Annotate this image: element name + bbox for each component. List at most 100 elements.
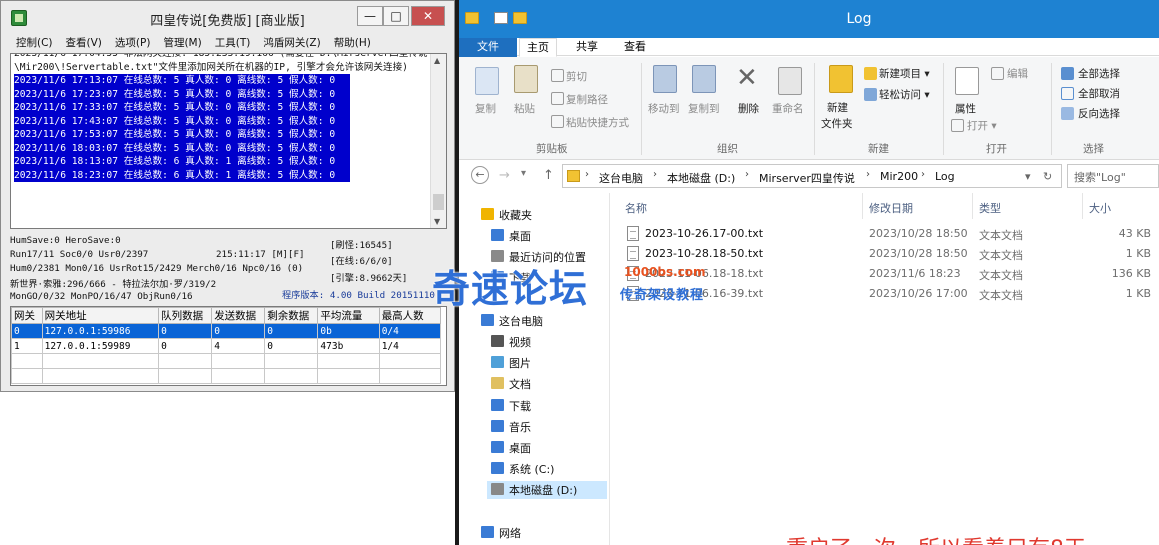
- breadcrumb-mir200[interactable]: Mir200: [880, 170, 918, 183]
- new-folder-button-line1[interactable]: 新建: [827, 100, 848, 115]
- new-folder-icon[interactable]: [829, 65, 853, 93]
- copy-to-icon[interactable]: [692, 65, 716, 93]
- col-name[interactable]: 名称: [619, 193, 863, 219]
- file-row[interactable]: 2023-10-26.17-00.txt 2023/10/28 18:50 文本…: [611, 224, 1159, 244]
- move-to-icon[interactable]: [653, 65, 677, 93]
- select-none-button[interactable]: 全部取消: [1078, 86, 1120, 101]
- easy-access-icon[interactable]: [864, 88, 877, 101]
- col-gateway[interactable]: 网关: [11, 307, 43, 324]
- forward-icon[interactable]: →: [499, 168, 510, 183]
- search-box[interactable]: 搜索"Log": [1067, 164, 1159, 188]
- copy-path-button[interactable]: 复制路径: [566, 92, 608, 107]
- new-item-icon[interactable]: [864, 67, 877, 80]
- breadcrumb-separator[interactable]: ›: [745, 169, 749, 180]
- menu-control[interactable]: 控制(C): [1, 34, 59, 52]
- breadcrumb-separator[interactable]: ›: [653, 169, 657, 180]
- new-folder-button-line2[interactable]: 文件夹: [821, 116, 853, 131]
- tab-share[interactable]: 共享: [569, 38, 605, 57]
- easy-access-button[interactable]: 轻松访问 ▾: [879, 87, 930, 102]
- menu-manage[interactable]: 管理(M): [156, 34, 207, 52]
- col-size[interactable]: 大小: [1083, 193, 1159, 219]
- refresh-icon[interactable]: ↻: [1043, 170, 1052, 183]
- select-none-icon[interactable]: [1061, 87, 1074, 100]
- nav-videos[interactable]: 视频: [491, 333, 607, 351]
- breadcrumb-drive-d[interactable]: 本地磁盘 (D:): [667, 170, 735, 186]
- tab-home[interactable]: 主页: [519, 38, 557, 57]
- open-button[interactable]: 打开 ▾: [967, 118, 997, 133]
- copy-to-button[interactable]: 复制到: [688, 101, 720, 116]
- delete-icon[interactable]: ✕: [736, 63, 758, 93]
- back-icon[interactable]: ←: [471, 166, 489, 184]
- new-item-button[interactable]: 新建项目 ▾: [879, 66, 930, 81]
- tab-view[interactable]: 查看: [617, 38, 653, 57]
- nav-drive-d[interactable]: 本地磁盘 (D:): [487, 481, 607, 499]
- up-icon[interactable]: ↑: [543, 168, 554, 183]
- open-icon[interactable]: [951, 119, 964, 132]
- edit-button[interactable]: 编辑: [1007, 66, 1028, 81]
- breadcrumb-separator[interactable]: ›: [585, 169, 589, 180]
- tab-file[interactable]: 文件: [459, 38, 517, 57]
- properties-button[interactable]: 属性: [955, 101, 976, 116]
- paste-shortcut-button[interactable]: 粘贴快捷方式: [566, 115, 629, 130]
- nav-pictures[interactable]: 图片: [491, 354, 607, 372]
- breadcrumb-separator[interactable]: ›: [921, 169, 925, 180]
- maximize-button[interactable]: □: [383, 6, 409, 26]
- properties-icon[interactable]: [955, 67, 979, 95]
- address-bar[interactable]: › 这台电脑 › 本地磁盘 (D:) › Mirserver四皇传说 › Mir…: [562, 164, 1062, 188]
- nav-this-pc[interactable]: 这台电脑: [481, 312, 607, 330]
- rename-button[interactable]: 重命名: [772, 101, 804, 116]
- breadcrumb-mirserver[interactable]: Mirserver四皇传说: [759, 170, 855, 186]
- move-to-button[interactable]: 移动到: [648, 101, 680, 116]
- menu-help[interactable]: 帮助(H): [327, 34, 377, 52]
- select-all-icon[interactable]: [1061, 67, 1074, 80]
- col-sent[interactable]: 发送数据: [211, 307, 266, 324]
- nav-downloads[interactable]: 下载: [491, 397, 607, 415]
- copy-path-icon[interactable]: [551, 92, 564, 105]
- nav-drive-c[interactable]: 系统 (C:): [491, 460, 607, 478]
- nav-network[interactable]: 网络: [481, 524, 607, 542]
- cut-icon[interactable]: [551, 69, 564, 82]
- scroll-up-icon[interactable]: ▲: [434, 56, 440, 65]
- table-row[interactable]: 1 127.0.0.1:59989 0 4 0 473b 1/4: [11, 338, 442, 354]
- copy-button[interactable]: 复制: [475, 101, 496, 116]
- menu-view[interactable]: 查看(V): [59, 34, 108, 52]
- rename-icon[interactable]: [778, 67, 802, 95]
- col-avg-traffic[interactable]: 平均流量: [317, 307, 380, 324]
- cut-button[interactable]: 剪切: [566, 69, 587, 84]
- recent-dropdown-icon[interactable]: ▾: [521, 168, 526, 179]
- copy-icon[interactable]: [475, 67, 499, 95]
- close-button[interactable]: ✕: [411, 6, 445, 26]
- log-scrollbar[interactable]: ▲ ▼: [430, 54, 446, 228]
- delete-button[interactable]: 删除: [738, 101, 759, 116]
- scroll-down-icon[interactable]: ▼: [434, 217, 440, 226]
- col-type[interactable]: 类型: [973, 193, 1083, 219]
- nav-desktop-pc[interactable]: 桌面: [491, 439, 607, 457]
- breadcrumb-this-pc[interactable]: 这台电脑: [599, 170, 643, 186]
- paste-button[interactable]: 粘贴: [514, 101, 535, 116]
- menu-options[interactable]: 选项(P): [108, 34, 157, 52]
- paste-icon[interactable]: [514, 65, 538, 93]
- breadcrumb-separator[interactable]: ›: [866, 169, 870, 180]
- menu-gateway[interactable]: 鸿盾网关(Z): [256, 34, 326, 52]
- col-modified[interactable]: 修改日期: [863, 193, 973, 219]
- select-all-button[interactable]: 全部选择: [1078, 66, 1120, 81]
- nav-documents[interactable]: 文档: [491, 375, 607, 393]
- minimize-button[interactable]: —: [357, 6, 383, 26]
- invert-selection-icon[interactable]: [1061, 107, 1074, 120]
- edit-icon[interactable]: [991, 67, 1004, 80]
- nav-favorites[interactable]: 收藏夹: [481, 206, 607, 224]
- menu-tools[interactable]: 工具(T): [208, 34, 257, 52]
- paste-shortcut-icon[interactable]: [551, 115, 564, 128]
- nav-desktop[interactable]: 桌面: [491, 227, 607, 245]
- file-row[interactable]: 2023-10-28.18-50.txt 2023/10/28 18:50 文本…: [611, 244, 1159, 264]
- col-queue[interactable]: 队列数据: [158, 307, 213, 324]
- invert-selection-button[interactable]: 反向选择: [1078, 106, 1120, 121]
- table-row[interactable]: 0 127.0.0.1:59986 0 0 0 0b 0/4: [11, 323, 442, 339]
- col-address[interactable]: 网关地址: [41, 307, 160, 324]
- col-remaining[interactable]: 剩余数据: [264, 307, 319, 324]
- address-dropdown-icon[interactable]: ▾: [1025, 170, 1031, 183]
- scroll-thumb[interactable]: [433, 194, 444, 210]
- log-output[interactable]: 2023/11/6 17:04:55 非法网关连接: 185.233.19.16…: [10, 53, 447, 229]
- breadcrumb-log[interactable]: Log: [935, 170, 955, 183]
- nav-music[interactable]: 音乐: [491, 418, 607, 436]
